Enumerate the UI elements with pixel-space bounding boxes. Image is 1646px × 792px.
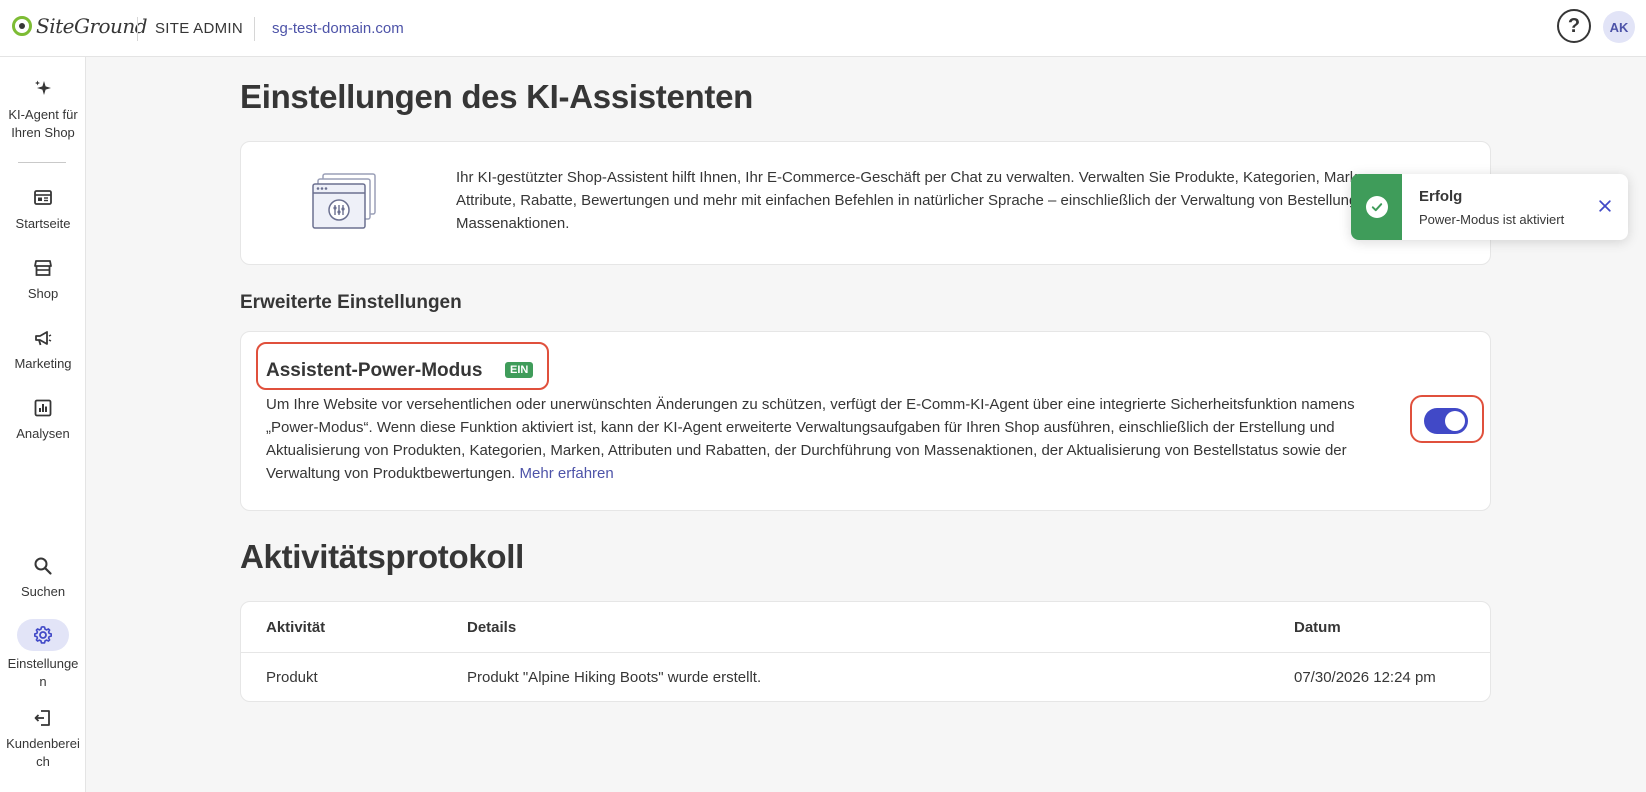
dashboard-icon bbox=[32, 187, 54, 209]
gear-icon bbox=[17, 619, 69, 651]
domain-link[interactable]: sg-test-domain.com bbox=[272, 20, 404, 37]
sidebar-item-label: Suchen bbox=[20, 584, 66, 599]
description-line: Um Ihre Website vor versehentlichen oder… bbox=[266, 396, 1355, 413]
check-circle-icon bbox=[1365, 196, 1388, 218]
logo-icon bbox=[12, 16, 32, 36]
table-cell: 07/30/2026 12:24 pm bbox=[1294, 669, 1436, 686]
description-line: Verwaltung von Produktbewertungen. bbox=[266, 465, 516, 482]
exit-icon bbox=[32, 707, 54, 729]
power-mode-title: Assistent-Power-Modus bbox=[266, 360, 483, 381]
chart-icon bbox=[32, 397, 54, 419]
sidebar-item-einstellungen[interactable]: Einstellungen bbox=[0, 619, 86, 691]
success-toast: Erfolg Power-Modus ist aktiviert bbox=[1351, 174, 1628, 240]
column-header-details[interactable]: Details bbox=[467, 619, 516, 636]
divider bbox=[254, 17, 255, 41]
help-button[interactable]: ? bbox=[1557, 9, 1591, 43]
power-mode-description: Um Ihre Website vor versehentlichen oder… bbox=[266, 393, 1396, 485]
sidebar-item-label: KI-Agent für Ihren Shop bbox=[8, 107, 78, 140]
sidebar-item-label: Startseite bbox=[15, 216, 71, 231]
toggle-knob bbox=[1445, 411, 1465, 431]
divider bbox=[137, 17, 138, 41]
activity-log-heading: Aktivitätsprotokoll bbox=[240, 538, 525, 575]
toast-status-stripe bbox=[1351, 174, 1402, 240]
sidebar-item-label: Einstellungen bbox=[7, 656, 79, 689]
sidebar-item-label: Shop bbox=[27, 286, 59, 301]
sparkle-icon bbox=[32, 78, 54, 100]
site-admin-label: SITE ADMIN bbox=[155, 20, 244, 37]
siteground-logo[interactable]: SiteGround bbox=[12, 14, 148, 38]
sidebar-item-label: Kundenbereich bbox=[6, 736, 80, 769]
search-icon bbox=[32, 555, 54, 577]
intro-line: Massenaktionen. bbox=[456, 215, 570, 232]
help-icon: ? bbox=[1567, 14, 1581, 37]
sidebar-item-analysen[interactable]: Analysen bbox=[0, 397, 86, 443]
page-title: Einstellungen des KI-Assistenten bbox=[240, 78, 754, 115]
sidebar-item-marketing[interactable]: Marketing bbox=[0, 327, 86, 373]
sidebar-divider bbox=[18, 162, 66, 163]
sidebar-item-label: Analysen bbox=[16, 426, 70, 441]
close-icon bbox=[1599, 200, 1611, 212]
store-icon bbox=[32, 257, 54, 279]
intro-line: Ihr KI-gestützter Shop-Assistent hilft I… bbox=[456, 169, 1379, 186]
sidebar-item-ki-agent[interactable]: KI-Agent für Ihren Shop bbox=[0, 78, 86, 142]
intro-description: Ihr KI-gestützter Shop-Assistent hilft I… bbox=[456, 166, 1466, 235]
activity-table: Aktivität Details Datum Produkt Produkt … bbox=[240, 601, 1491, 702]
advanced-settings-heading: Erweiterte Einstellungen bbox=[240, 292, 462, 313]
avatar[interactable]: AK bbox=[1603, 11, 1635, 43]
power-mode-card: Assistent-Power-Modus EIN Um Ihre Websit… bbox=[240, 331, 1491, 511]
megaphone-icon bbox=[32, 327, 54, 349]
table-cell: Produkt bbox=[266, 669, 318, 686]
status-badge: EIN bbox=[505, 362, 534, 378]
top-bar: SiteGround SITE ADMIN sg-test-domain.com… bbox=[0, 0, 1646, 57]
column-header-activity[interactable]: Aktivität bbox=[266, 619, 325, 636]
intro-card: Ihr KI-gestützter Shop-Assistent hilft I… bbox=[240, 141, 1491, 265]
toast-title: Erfolg bbox=[1419, 188, 1463, 205]
learn-more-link[interactable]: Mehr erfahren bbox=[520, 465, 614, 482]
row-divider bbox=[241, 652, 1490, 653]
power-mode-toggle[interactable] bbox=[1424, 408, 1468, 434]
intro-line: Attribute, Rabatte, Bewertungen und mehr… bbox=[456, 192, 1404, 209]
description-line: Aktualisierung von Produkten, Kategorien… bbox=[266, 442, 1347, 459]
sidebar: KI-Agent für Ihren Shop Startseite Shop … bbox=[0, 57, 86, 792]
sidebar-item-shop[interactable]: Shop bbox=[0, 257, 86, 303]
toast-message: Power-Modus ist aktiviert bbox=[1419, 212, 1565, 227]
sidebar-item-suchen[interactable]: Suchen bbox=[0, 555, 86, 601]
table-cell: Produkt "Alpine Hiking Boots" wurde erst… bbox=[467, 669, 762, 686]
sidebar-item-kundenbereich[interactable]: Kundenbereich bbox=[0, 707, 86, 771]
logo-text: SiteGround bbox=[36, 14, 148, 38]
close-button[interactable] bbox=[1595, 196, 1615, 216]
ai-assistant-illustration bbox=[309, 172, 379, 232]
sidebar-item-label: Marketing bbox=[14, 356, 72, 371]
sidebar-item-startseite[interactable]: Startseite bbox=[0, 187, 86, 233]
column-header-date[interactable]: Datum bbox=[1294, 619, 1341, 636]
description-line: „Power-Modus“. Wenn diese Funktion aktiv… bbox=[266, 419, 1335, 436]
